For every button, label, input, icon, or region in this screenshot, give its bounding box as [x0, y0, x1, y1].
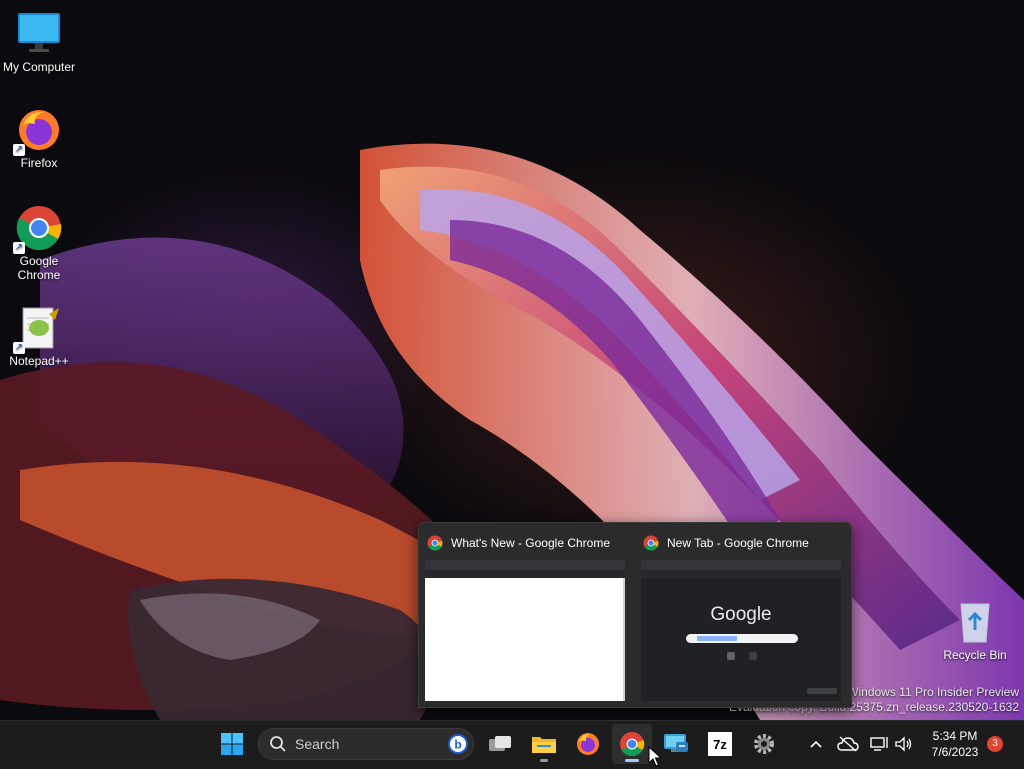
start-button[interactable] — [212, 724, 252, 764]
firefox-icon — [577, 733, 599, 755]
mouse-cursor-icon — [648, 746, 662, 767]
shortcut-arrow-icon: ↗ — [13, 342, 25, 354]
desktop-icon-google-chrome[interactable]: ↗ Google Chrome — [0, 204, 78, 282]
google-logo-text: Google — [710, 604, 772, 625]
running-indicator — [625, 759, 639, 762]
show-hidden-icons-chevron[interactable] — [804, 732, 828, 756]
thumbnail-preview — [425, 560, 625, 701]
running-indicator — [540, 759, 548, 762]
thumbnail-new-tab[interactable]: New Tab - Google Chrome Google — [635, 523, 843, 707]
chrome-icon: ↗ — [13, 204, 63, 254]
network-status[interactable] — [868, 732, 892, 756]
desktop-icon-label: Notepad++ — [9, 354, 69, 368]
taskbar-file-explorer[interactable] — [524, 724, 564, 764]
taskbar-settings[interactable] — [744, 724, 784, 764]
task-view-icon — [489, 736, 511, 751]
chrome-icon — [427, 535, 443, 551]
search-label: Search — [295, 736, 340, 752]
taskbar-chrome[interactable] — [612, 724, 652, 764]
desktop-icon-label: Google Chrome — [17, 254, 61, 282]
thumbnail-preview: Google — [641, 560, 841, 701]
desktop-icon-recycle-bin[interactable]: Recycle Bin — [936, 598, 1014, 662]
taskbar-remote-desktop[interactable] — [656, 724, 696, 764]
thumbnail-whats-new[interactable]: What's New - Google Chrome — [419, 523, 627, 707]
chrome-icon — [643, 535, 659, 551]
network-icon — [870, 737, 888, 751]
file-explorer-icon — [532, 737, 556, 753]
firefox-icon: ↗ — [13, 106, 63, 156]
desktop-icon-label: Recycle Bin — [943, 648, 1007, 662]
thumbnail-title-text: What's New - Google Chrome — [451, 536, 611, 550]
taskbar-7zip[interactable]: 7z — [700, 724, 740, 764]
chevron-up-icon — [810, 740, 822, 748]
volume-control[interactable] — [892, 732, 916, 756]
desktop-icon-firefox[interactable]: ↗ Firefox — [0, 106, 78, 170]
desktop-icon-label: My Computer — [2, 60, 76, 74]
bing-icon[interactable]: b — [447, 733, 469, 755]
task-view-button[interactable] — [480, 724, 520, 764]
shortcut-arrow-icon: ↗ — [13, 242, 25, 254]
remote-desktop-icon — [664, 734, 688, 752]
clock-date: 7/6/2023 — [931, 745, 979, 759]
7zip-icon: 7z — [708, 732, 732, 756]
taskbar-clock[interactable]: 5:34 PM 7/6/2023 — [924, 728, 986, 760]
taskbar-search-box[interactable]: Search b — [258, 728, 474, 760]
clock-time: 5:34 PM — [932, 729, 978, 743]
desktop-icon-label: Firefox — [20, 156, 58, 170]
chrome-icon — [620, 732, 645, 757]
thumbnail-title-text: New Tab - Google Chrome — [667, 536, 809, 550]
onedrive-status[interactable] — [836, 732, 860, 756]
notification-badge[interactable]: 3 — [987, 736, 1003, 752]
notepad-plus-plus-icon: ↗ — [13, 304, 63, 354]
thumbnail-title: New Tab - Google Chrome — [643, 535, 809, 551]
search-icon — [270, 736, 286, 752]
svg-text:b: b — [454, 738, 461, 752]
chrome-thumbnail-popup: What's New - Google Chrome New Tab - Goo… — [418, 522, 852, 708]
speaker-icon — [895, 736, 912, 752]
thumbnail-title: What's New - Google Chrome — [427, 535, 610, 551]
start-icon — [221, 733, 243, 755]
desktop-icon-my-computer[interactable]: My Computer — [0, 10, 78, 74]
cloud-offline-icon — [837, 736, 859, 752]
desktop-icon-notepad-plus-plus[interactable]: ↗ Notepad++ — [0, 304, 78, 368]
monitor-icon — [15, 10, 63, 58]
taskbar-firefox[interactable] — [568, 724, 608, 764]
recycle-bin-icon — [951, 598, 999, 646]
shortcut-arrow-icon: ↗ — [13, 144, 25, 156]
settings-icon — [754, 734, 774, 754]
